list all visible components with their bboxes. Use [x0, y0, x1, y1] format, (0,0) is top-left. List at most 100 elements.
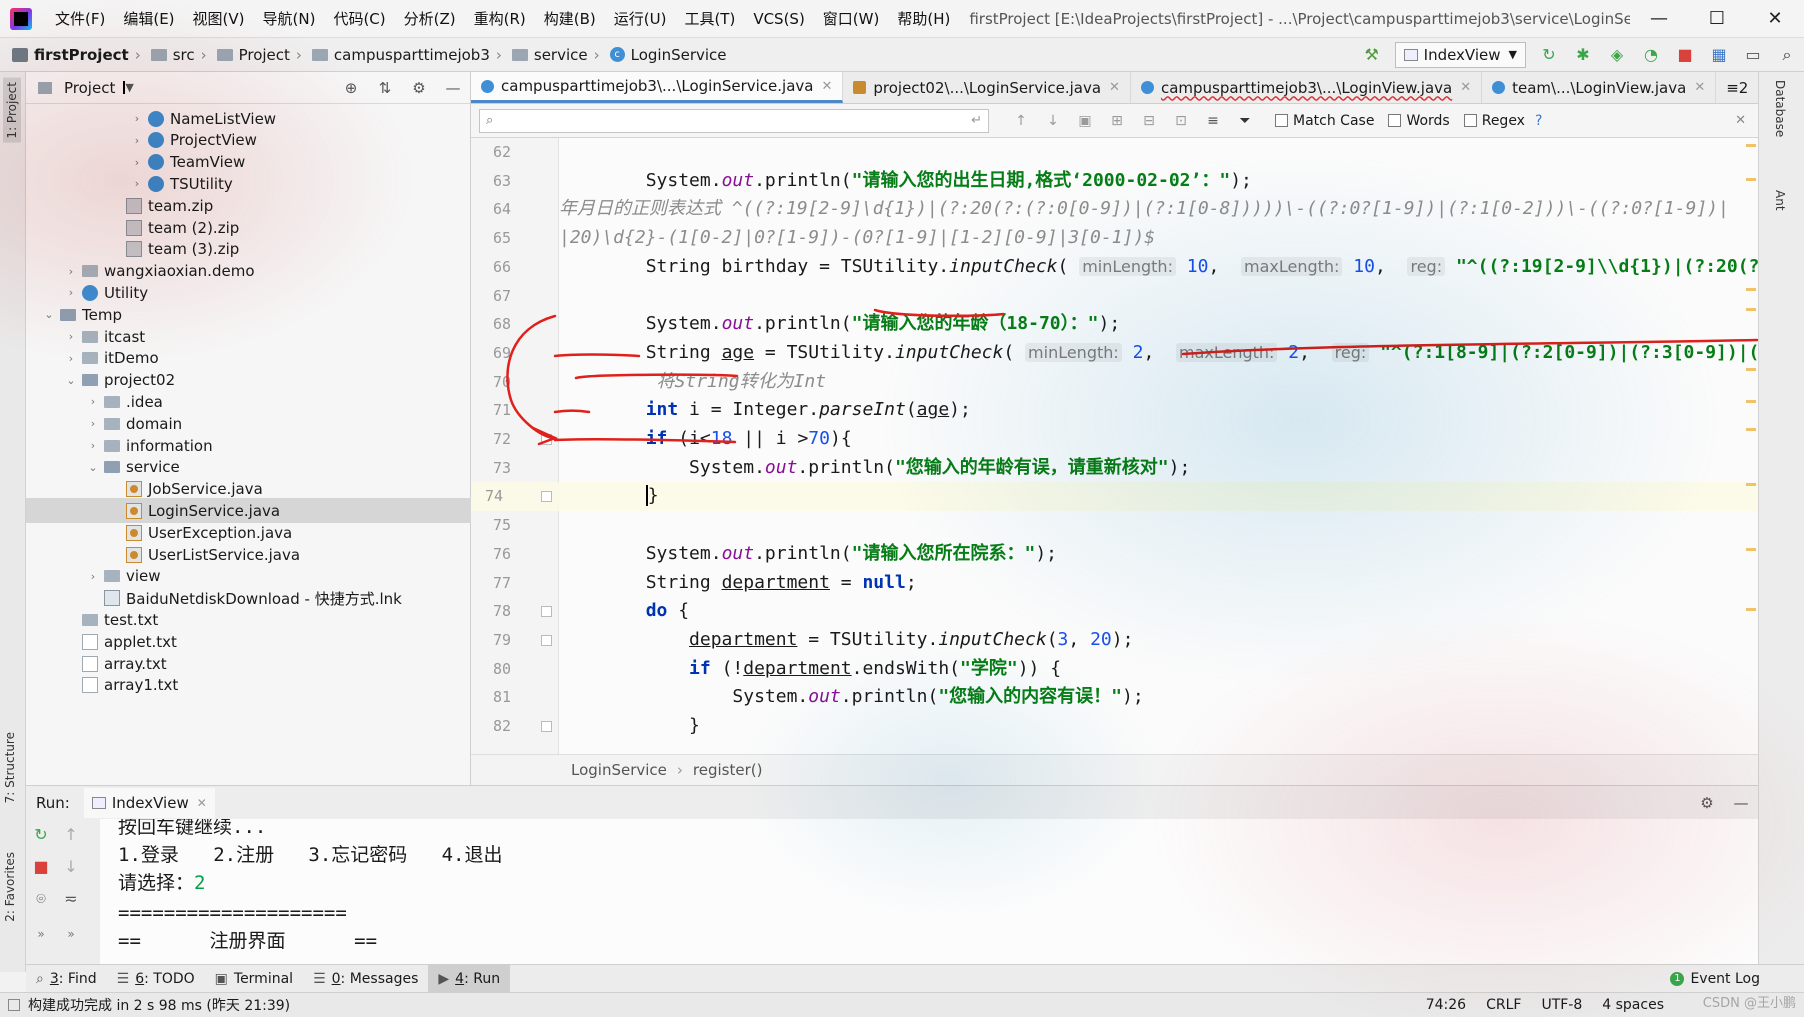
run-tab-indexview[interactable]: IndexView ✕ [83, 787, 215, 818]
menu-window[interactable]: 窗口(W) [814, 8, 889, 29]
code-editor[interactable]: 62 63 64 65 66 67 68 69 70 71 72 73 74 75 76 77 78 79 80 81… [471, 138, 1758, 754]
presentation-icon[interactable]: ▭ [1740, 42, 1766, 68]
menu-tools[interactable]: 工具(T) [675, 8, 744, 29]
remove-selection-icon[interactable]: ⊟ [1133, 113, 1165, 129]
project-structure-icon[interactable]: ▦ [1706, 42, 1732, 68]
menu-view[interactable]: 视图(V) [184, 8, 254, 29]
words-checkbox[interactable]: Words [1388, 113, 1450, 129]
chevron-down-icon[interactable]: ⌄ [86, 461, 100, 474]
tool-tab-database[interactable]: Database [1773, 80, 1787, 137]
chevron-right-icon[interactable]: › [86, 439, 100, 452]
editor-tab[interactable]: project02\...\LoginService.java ✕ [843, 72, 1131, 103]
select-all-occurrences-icon[interactable]: ▣ [1069, 113, 1101, 129]
camera-icon[interactable]: ⌾ [30, 889, 52, 909]
event-log-button[interactable]: 1 Event Log [1660, 965, 1770, 993]
close-tab-icon[interactable]: ✕ [1109, 80, 1120, 95]
multiline-icon[interactable]: ≡ [1197, 113, 1229, 129]
tool-window-button[interactable]: ☰ 0: Messages [303, 965, 428, 993]
menu-navigate[interactable]: 导航(N) [254, 8, 325, 29]
breadcrumb-package-project[interactable]: Project › [207, 46, 302, 64]
chevron-right-icon[interactable]: › [130, 134, 144, 147]
menu-help[interactable]: 帮助(H) [888, 8, 959, 29]
close-icon[interactable]: ✕ [1746, 8, 1804, 29]
chevron-down-icon[interactable]: ▼ [123, 81, 134, 94]
locate-target-icon[interactable]: ⊕ [334, 79, 368, 97]
run-console[interactable]: 按回车键继续... 1.登录 2.注册 3.忘记密码 4.退出 请选择：2 ==… [100, 819, 1758, 964]
editor-tab[interactable]: campusparttimejob3\...\LoginService.java… [471, 72, 844, 103]
breadcrumb-src[interactable]: src › [141, 46, 207, 64]
caret-position[interactable]: 74:26 [1416, 997, 1476, 1013]
profile-icon[interactable]: ◔ [1638, 42, 1664, 68]
chevron-right-icon[interactable]: › [64, 265, 78, 278]
tab-overflow-button[interactable]: ≡2 [1716, 72, 1758, 103]
regex-help-icon[interactable]: ? [1535, 113, 1542, 129]
breadcrumb-package-service[interactable]: service › [502, 46, 600, 64]
gear-icon[interactable]: ⚙ [1690, 794, 1724, 812]
collapse-all-icon[interactable]: ⇅ [368, 79, 402, 97]
tree-item[interactable]: array1.txt [26, 673, 471, 698]
down-arrow-icon[interactable]: ↓ [60, 857, 82, 876]
menu-analyze[interactable]: 分析(Z) [395, 8, 465, 29]
editor-breadcrumb-method[interactable]: register() [693, 761, 763, 779]
soft-wrap-icon[interactable]: ≂ [60, 889, 82, 908]
up-arrow-icon[interactable]: ↑ [60, 825, 82, 844]
regex-checkbox[interactable]: Regex [1463, 113, 1525, 129]
close-tab-icon[interactable]: ✕ [1694, 80, 1705, 95]
more-icon[interactable]: » [30, 927, 52, 941]
project-panel-title[interactable]: Project [64, 79, 115, 97]
status-message[interactable]: 构建成功完成 in 2 s 98 ms (昨天 21:39) [8, 995, 290, 1015]
maximize-icon[interactable]: ☐ [1688, 8, 1746, 29]
editor-tab[interactable]: team\...\LoginView.java ✕ [1482, 72, 1717, 103]
chevron-right-icon[interactable]: › [86, 417, 100, 430]
error-stripe[interactable] [1744, 138, 1758, 754]
minimize-icon[interactable]: — [1630, 8, 1688, 29]
indent-setting[interactable]: 4 spaces [1592, 997, 1674, 1013]
editor-tab[interactable]: campusparttimejob3\...\LoginView.java ✕ [1131, 72, 1483, 103]
search-everywhere-icon[interactable]: ⌕ [1774, 42, 1800, 68]
chevron-right-icon[interactable]: › [64, 330, 78, 343]
file-encoding[interactable]: UTF-8 [1531, 997, 1592, 1013]
hide-icon[interactable]: — [436, 79, 470, 97]
fold-marker-icon[interactable] [541, 721, 552, 732]
menu-run[interactable]: 运行(U) [605, 8, 676, 29]
breadcrumb-class[interactable]: c LoginService [600, 46, 727, 64]
previous-occurrence-icon[interactable]: ↑ [1005, 113, 1037, 129]
chevron-down-icon[interactable]: ⌄ [42, 308, 56, 321]
gear-icon[interactable]: ⚙ [402, 79, 436, 97]
fold-marker-icon[interactable] [541, 634, 552, 646]
menu-vcs[interactable]: VCS(S) [744, 10, 813, 28]
breadcrumb-project[interactable]: firstProject › [0, 46, 141, 64]
chevron-right-icon[interactable]: › [86, 395, 100, 408]
menu-refactor[interactable]: 重构(R) [465, 8, 535, 29]
tool-tab-favorites[interactable]: 2: Favorites [3, 852, 17, 922]
fold-marker-icon[interactable] [541, 606, 552, 618]
filter-icon[interactable]: ⏷ [1229, 113, 1261, 129]
rerun-icon[interactable]: ↻ [1536, 42, 1562, 68]
tool-tab-structure[interactable]: 7: Structure [3, 732, 17, 803]
debug-bug-icon[interactable]: ✱ [1570, 42, 1596, 68]
stop-icon[interactable]: ■ [30, 857, 52, 876]
fold-marker-icon[interactable] [541, 434, 552, 445]
tool-tab-ant[interactable]: Ant [1773, 190, 1787, 211]
toggle-panels-icon[interactable] [8, 999, 20, 1011]
chevron-right-icon[interactable]: › [64, 352, 78, 365]
match-case-checkbox[interactable]: Match Case [1275, 113, 1374, 129]
tool-tab-project[interactable]: 1: Project [3, 78, 21, 143]
close-find-icon[interactable]: ✕ [1735, 113, 1746, 128]
line-separator[interactable]: CRLF [1476, 997, 1531, 1013]
rerun-icon[interactable]: ↻ [30, 825, 52, 844]
tool-window-button[interactable]: ▣ Terminal [205, 965, 303, 993]
menu-build[interactable]: 构建(B) [535, 8, 605, 29]
editor-breadcrumb-class[interactable]: LoginService [571, 761, 667, 779]
next-occurrence-icon[interactable]: ↓ [1037, 113, 1069, 129]
close-tab-icon[interactable]: ✕ [821, 79, 832, 94]
menu-file[interactable]: 文件(F) [46, 8, 114, 29]
line-number-gutter[interactable]: 62 63 64 65 66 67 68 69 70 71 72 73 74 75 76 77 78 79 80 81… [471, 138, 559, 754]
chevron-right-icon[interactable]: › [86, 570, 100, 583]
chevron-down-icon[interactable]: ⌄ [64, 374, 78, 387]
run-configuration-select[interactable]: IndexView ▼ [1394, 41, 1526, 68]
menu-code[interactable]: 代码(C) [324, 8, 394, 29]
breadcrumb-package-campus[interactable]: campusparttimejob3 › [302, 46, 502, 64]
stop-icon[interactable]: ■ [1672, 42, 1698, 68]
tool-window-button[interactable]: ⌕ 3: Find [26, 965, 107, 993]
